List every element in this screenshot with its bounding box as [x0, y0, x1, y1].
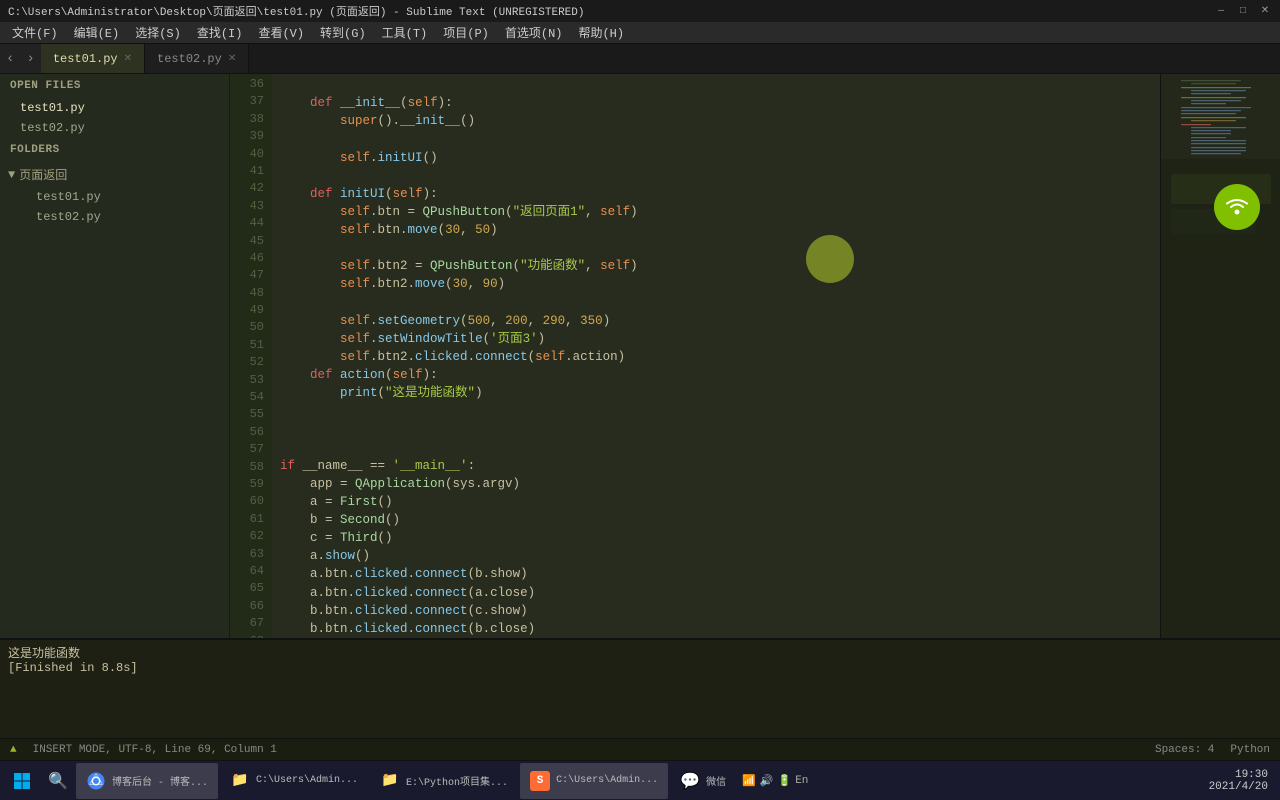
- menu-bar: 文件(F) 编辑(E) 选择(S) 查找(I) 查看(V) 转到(G) 工具(T…: [0, 22, 1280, 44]
- tray-battery: 🔋: [778, 774, 792, 788]
- tab-test01-close[interactable]: ✕: [124, 53, 132, 65]
- sidebar-open-file-1[interactable]: test01.py: [0, 98, 229, 118]
- sublime-icon: S: [530, 771, 550, 791]
- open-files-header: OPEN FILES: [0, 74, 229, 98]
- console-output-line2: [Finished in 8.8s]: [8, 661, 1272, 675]
- sidebar-folder-file-1[interactable]: test01.py: [0, 187, 229, 207]
- menu-goto[interactable]: 转到(G): [312, 22, 374, 43]
- code-content[interactable]: def __init__(self): super().__init__() s…: [272, 74, 1160, 638]
- wifi-circle: [1214, 184, 1260, 230]
- sidebar: OPEN FILES test01.py test02.py FOLDERS ▼…: [0, 74, 230, 638]
- title-bar-controls: — □ ✕: [1214, 4, 1272, 18]
- clock-time: 19:30: [1209, 769, 1268, 781]
- maximize-button[interactable]: □: [1236, 4, 1250, 18]
- taskbar-wechat-label: 微信: [706, 773, 726, 789]
- start-button[interactable]: [4, 763, 40, 799]
- minimap: [1160, 74, 1280, 638]
- tab-test02-label: test02.py: [157, 52, 222, 66]
- editor-area[interactable]: 3637383940 4142434445 4647484950 5152535…: [230, 74, 1280, 638]
- menu-find[interactable]: 查找(I): [189, 22, 251, 43]
- taskbar-chrome[interactable]: 博客后台 - 博客...: [76, 763, 218, 799]
- taskbar-tray: 📶 🔊 🔋 En: [738, 774, 812, 788]
- status-triangle: ▲: [10, 744, 17, 756]
- folder-icon-1: 📁: [230, 771, 250, 791]
- folders-header: FOLDERS: [0, 138, 229, 162]
- menu-tools[interactable]: 工具(T): [374, 22, 436, 43]
- title-bar: C:\Users\Administrator\Desktop\页面返回\test…: [0, 0, 1280, 22]
- taskbar-sublime-label: C:\Users\Admin...: [556, 775, 658, 786]
- taskbar-wechat[interactable]: 💬 微信: [670, 763, 736, 799]
- menu-file[interactable]: 文件(F): [4, 22, 66, 43]
- tab-bar: ‹ › test01.py ✕ test02.py ✕: [0, 44, 1280, 74]
- taskbar-chrome-label: 博客后台 - 博客...: [112, 773, 208, 789]
- status-spaces: Spaces: 4: [1155, 744, 1214, 756]
- taskbar-search[interactable]: 🔍: [42, 763, 74, 799]
- main-layout: OPEN FILES test01.py test02.py FOLDERS ▼…: [0, 74, 1280, 638]
- tab-nav-next[interactable]: ›: [20, 44, 40, 73]
- status-mode: INSERT MODE, UTF-8, Line 69, Column 1: [33, 744, 277, 756]
- status-bar: ▲ INSERT MODE, UTF-8, Line 69, Column 1 …: [0, 738, 1280, 760]
- menu-select[interactable]: 选择(S): [127, 22, 189, 43]
- line-numbers: 3637383940 4142434445 4647484950 5152535…: [230, 74, 272, 638]
- status-left: ▲ INSERT MODE, UTF-8, Line 69, Column 1: [10, 744, 277, 756]
- console-output-line1: 这是功能函数: [8, 644, 1272, 661]
- tab-nav-prev[interactable]: ‹: [0, 44, 20, 73]
- tray-speaker: 🔊: [760, 774, 774, 788]
- taskbar-sublime[interactable]: S C:\Users\Admin...: [520, 763, 668, 799]
- menu-help[interactable]: 帮助(H): [570, 22, 632, 43]
- wechat-icon: 💬: [680, 771, 700, 791]
- sidebar-folder-root[interactable]: ▼ 页面返回: [0, 162, 229, 187]
- tab-test02[interactable]: test02.py ✕: [145, 44, 249, 73]
- status-language: Python: [1230, 744, 1270, 756]
- search-icon: 🔍: [48, 771, 68, 791]
- sidebar-open-file-2[interactable]: test02.py: [0, 118, 229, 138]
- taskbar-explorer1-label: C:\Users\Admin...: [256, 775, 358, 786]
- taskbar-explorer2-label: E:\Python项目集...: [406, 773, 508, 789]
- windows-icon: [12, 771, 32, 791]
- folder-arrow-icon: ▼: [8, 168, 15, 182]
- console-area: 这是功能函数 [Finished in 8.8s]: [0, 638, 1280, 738]
- tray-wifi: 📶: [742, 774, 756, 788]
- folder-icon-2: 📁: [380, 771, 400, 791]
- tab-test01-label: test01.py: [53, 52, 118, 66]
- title-bar-title: C:\Users\Administrator\Desktop\页面返回\test…: [8, 3, 584, 19]
- taskbar: 🔍 博客后台 - 博客... 📁 C:\Users\Admin... 📁 E:\…: [0, 760, 1280, 800]
- tab-test01[interactable]: test01.py ✕: [41, 44, 145, 73]
- status-right: Spaces: 4 Python: [1155, 744, 1270, 756]
- minimize-button[interactable]: —: [1214, 4, 1228, 18]
- code-container: 3637383940 4142434445 4647484950 5152535…: [230, 74, 1280, 638]
- close-button[interactable]: ✕: [1258, 4, 1272, 18]
- taskbar-explorer2[interactable]: 📁 E:\Python项目集...: [370, 763, 518, 799]
- clock-date: 2021/4/20: [1209, 781, 1268, 793]
- chrome-icon: [86, 771, 106, 791]
- sidebar-folder-name: 页面返回: [19, 166, 67, 183]
- sidebar-folder-file-2[interactable]: test02.py: [0, 207, 229, 227]
- menu-view[interactable]: 查看(V): [250, 22, 312, 43]
- taskbar-explorer1[interactable]: 📁 C:\Users\Admin...: [220, 763, 368, 799]
- taskbar-clock[interactable]: 19:30 2021/4/20: [1209, 769, 1276, 793]
- tab-test02-close[interactable]: ✕: [228, 53, 236, 65]
- menu-edit[interactable]: 编辑(E): [66, 22, 128, 43]
- menu-project[interactable]: 项目(P): [435, 22, 497, 43]
- menu-preferences[interactable]: 首选项(N): [497, 22, 571, 43]
- tray-keyboard: En: [795, 775, 808, 787]
